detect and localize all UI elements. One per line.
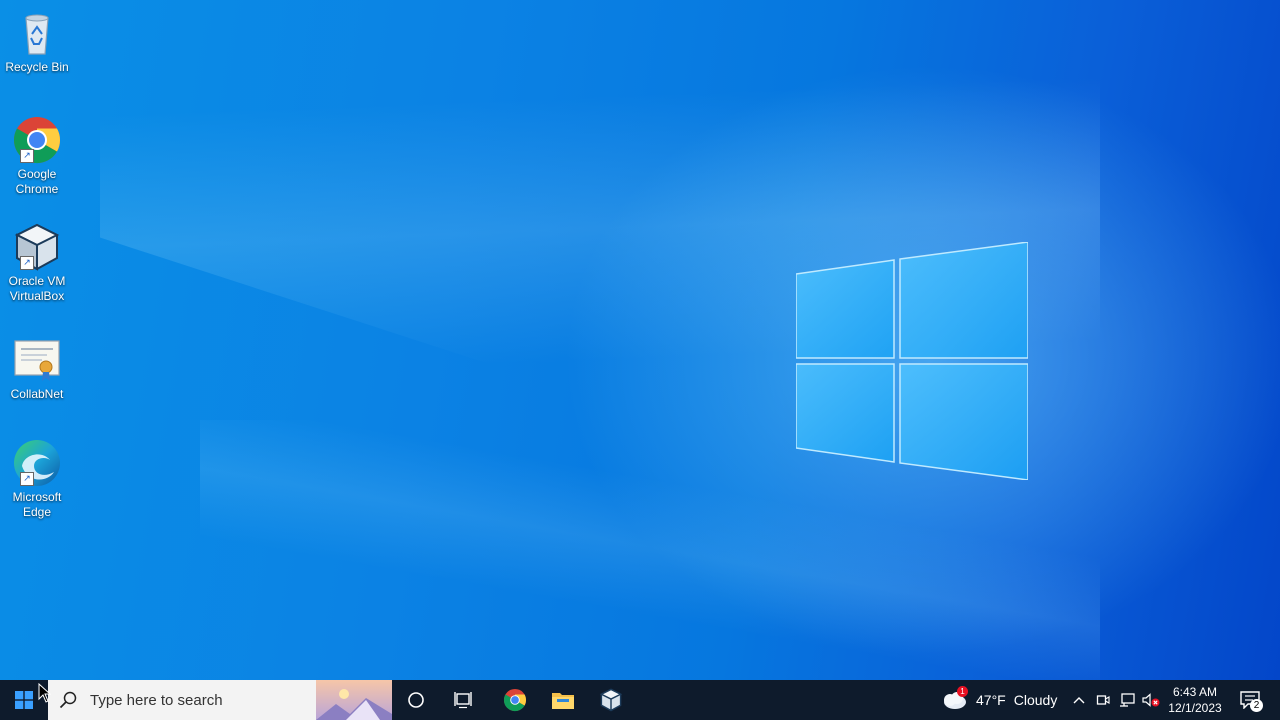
taskbar-search-box[interactable] xyxy=(48,680,392,720)
edge-icon: ↗ xyxy=(12,438,62,488)
virtualbox-icon: ↗ xyxy=(12,222,62,272)
action-center-button[interactable]: 2 xyxy=(1230,680,1270,720)
search-icon xyxy=(48,691,88,709)
recycle-bin-icon xyxy=(12,8,62,58)
file-explorer-icon xyxy=(552,693,574,709)
desktop-icon-virtualbox[interactable]: ↗ Oracle VM VirtualBox xyxy=(2,222,72,304)
desktop-icon-microsoft-edge[interactable]: ↗ Microsoft Edge xyxy=(2,438,72,520)
volume-muted-icon xyxy=(1142,693,1160,707)
desktop-icon-label: Edge xyxy=(22,505,52,519)
taskbar: 1 47°F Cloudy 6:43 AM 12/1/2023 xyxy=(0,680,1280,720)
notification-count-badge: 2 xyxy=(1250,699,1263,712)
desktop-icon-label: Chrome xyxy=(15,182,59,196)
desktop-icon-label: VirtualBox xyxy=(9,289,65,303)
chevron-up-icon xyxy=(1073,697,1085,704)
search-highlight-illustration-icon xyxy=(316,680,392,720)
windows-start-icon xyxy=(15,691,33,709)
weather-temperature: 47°F xyxy=(976,692,1006,708)
shortcut-arrow-icon: ↗ xyxy=(20,472,34,486)
weather-alert-badge: 1 xyxy=(957,686,968,697)
desktop-icon-label: Google xyxy=(17,167,57,181)
windows-wallpaper-logo xyxy=(796,242,1028,480)
taskbar-chrome-button[interactable] xyxy=(494,680,536,720)
virtualbox-icon xyxy=(599,688,623,712)
clock-time: 6:43 AM xyxy=(1172,685,1218,699)
desktop-background[interactable]: Recycle Bin ↗ Google Chrome ↗ Oracle VM … xyxy=(0,0,1280,680)
camera-icon xyxy=(1096,695,1110,705)
weather-condition: Cloudy xyxy=(1013,692,1058,708)
taskbar-virtualbox-button[interactable] xyxy=(590,680,632,720)
desktop-icon-recycle-bin[interactable]: Recycle Bin xyxy=(2,8,72,75)
tray-meet-now-button[interactable] xyxy=(1092,680,1114,720)
mouse-cursor-icon xyxy=(38,683,52,703)
clock-date: 12/1/2023 xyxy=(1168,701,1222,715)
task-view-button[interactable] xyxy=(444,680,484,720)
weather-widget[interactable]: 1 47°F Cloudy xyxy=(940,680,1062,720)
show-hidden-icons-button[interactable] xyxy=(1068,680,1090,720)
desktop-icon-label: Microsoft xyxy=(12,490,62,504)
taskbar-file-explorer-button[interactable] xyxy=(542,680,584,720)
desktop-icon-label: CollabNet xyxy=(10,387,64,401)
shortcut-arrow-icon: ↗ xyxy=(20,149,34,163)
desktop-icon-collabnet[interactable]: CollabNet xyxy=(2,335,72,402)
shortcut-arrow-icon: ↗ xyxy=(20,256,34,270)
tray-network-button[interactable] xyxy=(1116,680,1138,720)
desktop-icon-label: Recycle Bin xyxy=(5,60,69,74)
desktop-icon-label: Oracle VM xyxy=(8,274,66,288)
network-icon xyxy=(1120,693,1135,707)
tray-volume-button[interactable] xyxy=(1140,680,1162,720)
desktop-icon-google-chrome[interactable]: ↗ Google Chrome xyxy=(2,115,72,197)
cloud-icon: 1 xyxy=(940,686,970,710)
cortana-icon xyxy=(408,692,424,708)
taskbar-clock[interactable]: 6:43 AM 12/1/2023 xyxy=(1160,680,1230,720)
cortana-button[interactable] xyxy=(396,680,436,720)
task-view-icon xyxy=(454,692,472,709)
certificate-icon xyxy=(12,335,62,385)
chrome-icon xyxy=(503,688,527,712)
search-input[interactable] xyxy=(88,690,312,710)
chrome-icon: ↗ xyxy=(12,115,62,165)
